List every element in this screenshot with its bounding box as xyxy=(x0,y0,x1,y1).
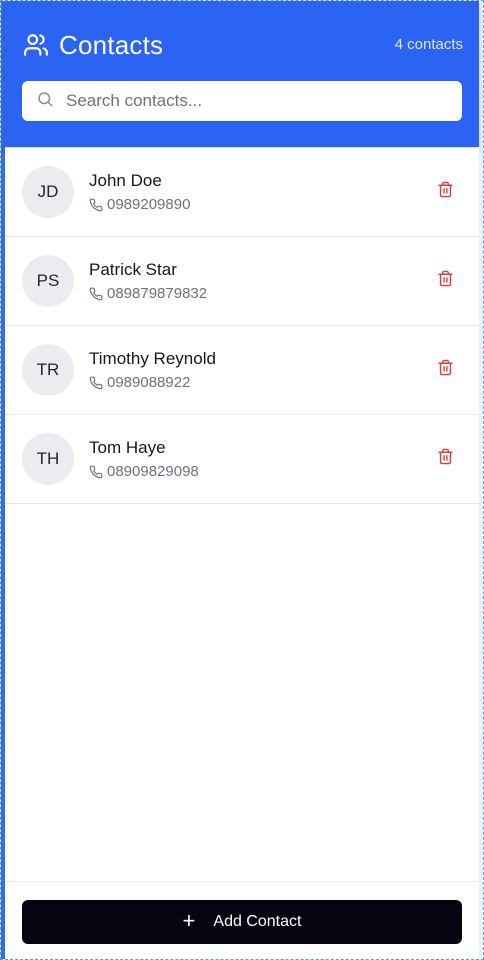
delete-button[interactable] xyxy=(435,359,455,381)
contact-row[interactable]: PS Patrick Star 089879879832 xyxy=(5,237,479,326)
avatar: TR xyxy=(22,344,74,396)
app-frame: Contacts 4 contacts JD John Doe 09892098… xyxy=(0,0,484,960)
phone-number: 089879879832 xyxy=(107,285,208,302)
phone-icon xyxy=(89,465,107,479)
header-title-group: Contacts xyxy=(23,29,163,61)
contact-list: JD John Doe 0989209890 PS Patrick Star 0… xyxy=(5,148,479,504)
phone-icon xyxy=(89,198,107,212)
trash-icon xyxy=(437,270,454,292)
phone-number: 0989088922 xyxy=(107,374,191,391)
trash-icon xyxy=(437,359,454,381)
add-contact-button[interactable]: + Add Contact xyxy=(22,900,462,944)
phone-number: 08909829098 xyxy=(107,463,199,480)
contact-name: Tom Haye xyxy=(89,438,166,457)
phone-icon xyxy=(89,376,107,390)
contact-phone: 0989088922 xyxy=(89,374,190,391)
search-bar[interactable] xyxy=(22,81,462,121)
page-title: Contacts xyxy=(59,29,164,60)
contact-phone: 0989209890 xyxy=(89,196,190,213)
contact-count: 4 contacts xyxy=(394,36,463,53)
delete-button[interactable] xyxy=(435,270,455,292)
trash-icon xyxy=(437,448,454,470)
plus-icon: + xyxy=(182,908,196,933)
phone-number: 0989209890 xyxy=(107,196,191,213)
contact-phone: 089879879832 xyxy=(89,285,207,302)
contact-phone: 08909829098 xyxy=(89,463,199,480)
avatar: PS xyxy=(22,255,74,307)
phone-icon xyxy=(89,287,107,301)
footer: + Add Contact xyxy=(5,881,479,959)
header: Contacts 4 contacts xyxy=(5,1,479,147)
contact-row[interactable]: TH Tom Haye 08909829098 xyxy=(5,415,479,504)
search-icon xyxy=(36,90,54,113)
contact-name: John Doe xyxy=(89,171,162,190)
avatar: TH xyxy=(22,433,74,485)
contact-row[interactable]: TR Timothy Reynold 0989088922 xyxy=(5,326,479,415)
delete-button[interactable] xyxy=(435,448,455,470)
contact-name: Timothy Reynold xyxy=(89,349,216,368)
add-contact-label: Add Contact xyxy=(213,913,302,930)
contact-name: Patrick Star xyxy=(89,260,177,279)
right-edge xyxy=(479,1,483,959)
users-icon xyxy=(23,32,49,58)
search-input[interactable] xyxy=(66,91,446,111)
contact-row[interactable]: JD John Doe 0989209890 xyxy=(5,148,479,237)
trash-icon xyxy=(437,181,454,203)
avatar: JD xyxy=(22,166,74,218)
delete-button[interactable] xyxy=(435,181,455,203)
